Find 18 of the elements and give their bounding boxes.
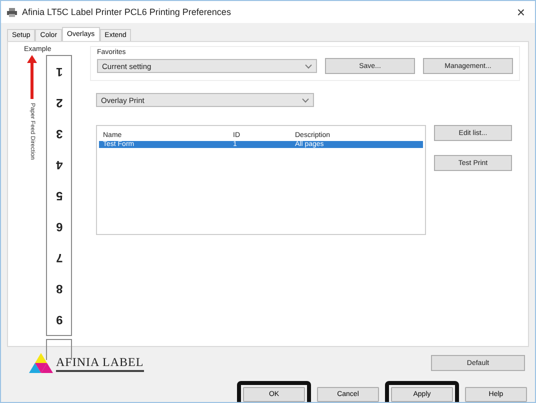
label-number: 4 xyxy=(56,157,62,174)
window-title: Afinia LT5C Label Printer PCL6 Printing Preferences xyxy=(22,7,232,17)
label-number: 2 xyxy=(56,95,62,112)
logo-icon xyxy=(29,353,53,373)
chevron-down-icon xyxy=(302,98,309,102)
label-number: 8 xyxy=(56,281,62,298)
logo-text: AFINIA LABEL xyxy=(56,354,144,372)
label-strip-end xyxy=(46,339,72,360)
up-arrow-icon xyxy=(27,55,37,99)
label-number: 5 xyxy=(56,188,62,205)
label-number: 1 xyxy=(56,64,62,81)
label-number: 9 xyxy=(56,312,62,329)
label-number: 7 xyxy=(56,250,62,267)
printer-icon xyxy=(7,8,17,16)
close-button[interactable]: × xyxy=(512,4,529,20)
chevron-down-icon xyxy=(305,64,312,68)
label-number: 6 xyxy=(56,219,62,236)
label-number: 3 xyxy=(56,126,62,143)
